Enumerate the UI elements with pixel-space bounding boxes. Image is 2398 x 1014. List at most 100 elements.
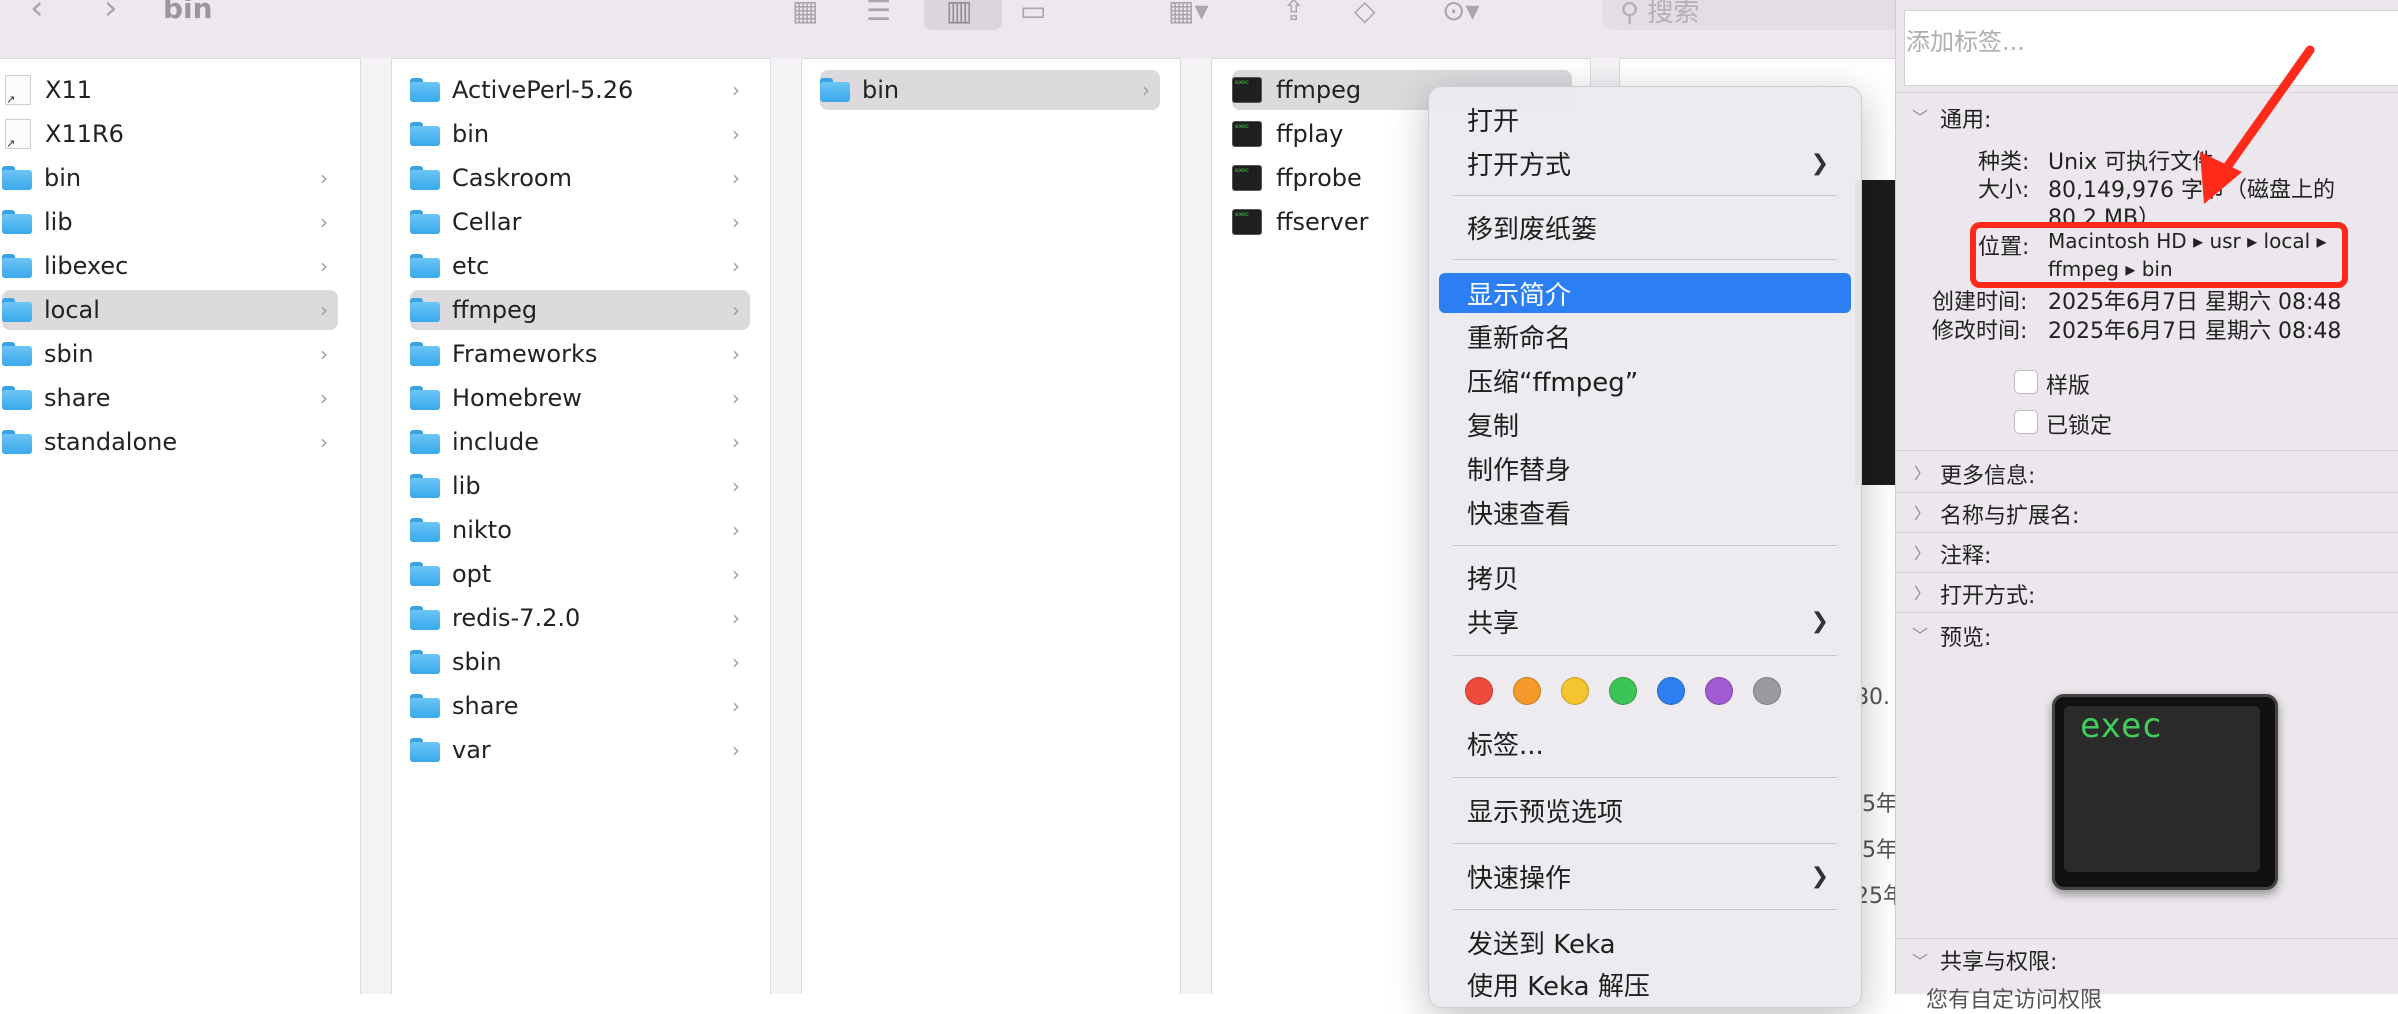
list-item[interactable]: sbin › [410,642,750,682]
list-item[interactable]: var › [410,730,750,770]
menu-keka-extract-label: 使用 Keka 解压 [1467,971,1650,1002]
menu-open-with[interactable]: 打开方式 ❯ [1439,143,1851,183]
folder-icon [410,518,440,542]
created-value: 2025年6月7日 星期六 08:48 [2048,290,2342,315]
menu-get-info[interactable]: 显示简介 [1439,273,1851,313]
menu-share[interactable]: 共享 ❯ [1439,601,1851,641]
menu-open[interactable]: 打开 [1439,99,1851,139]
column-divider[interactable] [360,58,392,994]
back-icon[interactable]: ‹ [30,0,44,28]
gallery-view-icon[interactable]: ▭ [1020,0,1046,27]
modified-value: 2025年6月7日 星期六 08:48 [2048,319,2342,344]
list-item[interactable]: redis-7.2.0 › [410,598,750,638]
icon-view-icon[interactable]: ▦ [792,0,818,27]
chevron-right-icon: › [320,298,328,322]
list-item[interactable]: etc › [410,246,750,286]
disclosure-closed-icon[interactable]: 〉 [1914,580,1930,604]
list-item[interactable]: Homebrew › [410,378,750,418]
folder-icon [410,606,440,630]
list-item[interactable]: bin › [410,114,750,154]
list-item[interactable]: Frameworks › [410,334,750,374]
preview-section[interactable]: 预览: [1940,620,1991,652]
list-item[interactable]: bin › [2,158,338,198]
list-item[interactable]: X11R6 [2,114,338,154]
list-item-label: bin [44,164,82,192]
disclosure-closed-icon[interactable]: 〉 [1914,540,1930,564]
chevron-right-icon: › [320,210,328,234]
list-item[interactable]: local › [2,290,338,330]
more-actions-icon[interactable]: ⊙▾ [1442,0,1480,27]
tag-color-red[interactable] [1465,677,1493,705]
list-item[interactable]: sbin › [2,334,338,374]
list-item[interactable]: opt › [410,554,750,594]
tag-icon[interactable]: ◇ [1354,0,1376,27]
stationery-checkbox[interactable] [2014,370,2038,394]
list-item[interactable]: ffmpeg › [410,290,750,330]
chevron-right-icon: › [732,210,740,234]
list-item[interactable]: X11 [2,70,338,110]
folder-icon [410,386,440,410]
list-item-label: sbin [452,648,502,676]
chevron-right-icon: › [320,430,328,454]
column-divider[interactable] [1180,58,1212,994]
menu-send-to-keka[interactable]: 发送到 Keka [1439,922,1851,962]
list-item[interactable]: standalone › [2,422,338,462]
sharing-section[interactable]: 共享与权限: [1940,944,2057,976]
list-item[interactable]: nikto › [410,510,750,550]
created-label: 创建时间: [1932,290,2028,315]
chevron-right-icon: › [320,254,328,278]
folder-icon [2,298,32,322]
menu-get-info-label: 显示简介 [1467,280,1572,311]
background-text: 5年 [1862,792,1898,817]
menu-quick-look[interactable]: 快速查看 [1439,492,1851,532]
tag-color-green[interactable] [1609,677,1637,705]
list-item[interactable]: ActivePerl-5.26 › [410,70,750,110]
list-item[interactable]: lib › [2,202,338,242]
chevron-right-icon: › [732,386,740,410]
list-item-label: libexec [44,252,129,280]
group-icon[interactable]: ▦▾ [1168,0,1209,27]
menu-show-preview-options[interactable]: 显示预览选项 [1439,790,1851,830]
list-item[interactable]: libexec › [2,246,338,286]
name-extension-section[interactable]: 名称与扩展名: [1940,498,2079,530]
share-icon[interactable]: ⇪ [1282,0,1305,27]
disclosure-closed-icon[interactable]: 〉 [1914,460,1930,484]
folder-icon [2,430,32,454]
menu-quick-actions[interactable]: 快速操作 ❯ [1439,856,1851,896]
tag-color-blue[interactable] [1657,677,1685,705]
menu-copy[interactable]: 拷贝 [1439,557,1851,597]
chevron-right-icon: › [1142,78,1150,102]
list-item[interactable]: share › [2,378,338,418]
disclosure-closed-icon[interactable]: 〉 [1914,500,1930,524]
menu-tags[interactable]: 标签... [1439,723,1851,763]
tag-color-yellow[interactable] [1561,677,1589,705]
menu-move-to-trash[interactable]: 移到废纸篓 [1439,207,1851,247]
more-info-section[interactable]: 更多信息: [1940,458,2035,490]
list-item[interactable]: Cellar › [410,202,750,242]
tag-color-orange[interactable] [1513,677,1541,705]
list-item[interactable]: share › [410,686,750,726]
list-view-icon[interactable]: ☰ [866,0,891,27]
list-item[interactable]: bin › [820,70,1160,110]
divider [1895,938,2398,939]
menu-duplicate[interactable]: 复制 [1439,404,1851,444]
list-item[interactable]: lib › [410,466,750,506]
menu-extract-keka[interactable]: 使用 Keka 解压 [1439,964,1851,1004]
menu-rename-label: 重新命名 [1467,323,1572,354]
open-with-section[interactable]: 打开方式: [1940,578,2035,610]
menu-rename[interactable]: 重新命名 [1439,316,1851,356]
list-item-label: Caskroom [452,164,572,192]
column-divider[interactable] [770,58,802,994]
disclosure-open-icon[interactable]: ﹀ [1912,948,1928,972]
menu-compress[interactable]: 压缩“ffmpeg” [1439,360,1851,400]
list-item[interactable]: Caskroom › [410,158,750,198]
menu-make-alias[interactable]: 制作替身 [1439,448,1851,488]
tag-color-purple[interactable] [1705,677,1733,705]
locked-checkbox[interactable] [2014,410,2038,434]
disclosure-open-icon[interactable]: ﹀ [1912,622,1928,646]
disclosure-open-icon[interactable]: ﹀ [1912,104,1928,128]
list-item[interactable]: include › [410,422,750,462]
comments-section[interactable]: 注释: [1940,538,1991,570]
tag-color-gray[interactable] [1753,677,1781,705]
forward-icon[interactable]: › [104,0,118,28]
